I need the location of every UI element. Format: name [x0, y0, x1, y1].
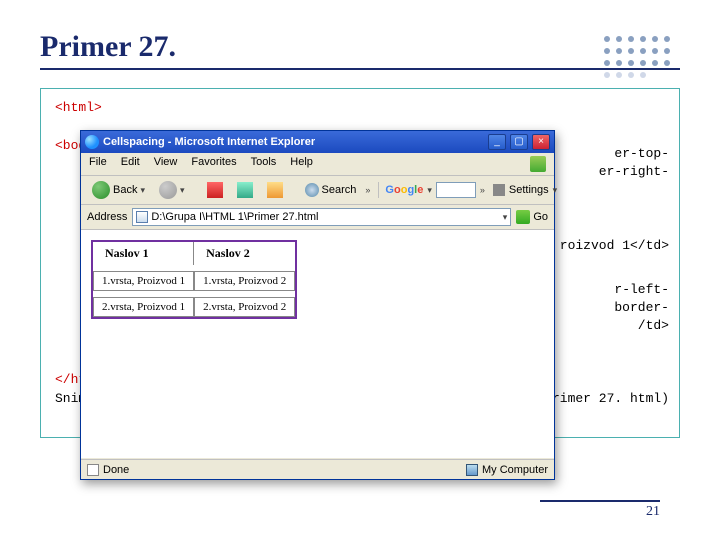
maximize-button[interactable]: ▢ — [510, 134, 528, 150]
menu-help[interactable]: Help — [290, 156, 313, 172]
cell: 1.vrsta, Proizvod 1 — [93, 271, 194, 291]
table-row: 2.vrsta, Proizvod 1 2.vrsta, Proizvod 2 — [93, 297, 295, 317]
home-button[interactable] — [262, 179, 288, 201]
cell: 2.vrsta, Proizvod 1 — [93, 297, 194, 317]
go-label: Go — [533, 211, 548, 223]
settings-label[interactable]: Settings — [509, 184, 549, 196]
titlebar[interactable]: Cellspacing - Microsoft Internet Explore… — [81, 131, 554, 153]
code-save-path: \Primer 27. html) — [536, 390, 669, 409]
page-number: 21 — [540, 500, 660, 520]
my-computer-icon — [466, 464, 478, 476]
address-bar: Address D:\Grupa I\HTML 1\Primer 27.html… — [81, 205, 554, 230]
google-overflow-icon[interactable]: » — [480, 185, 485, 195]
cell: 2.vrsta, Proizvod 2 — [194, 297, 295, 317]
address-dropdown-icon[interactable]: ▾ — [503, 212, 508, 223]
table-row: 1.vrsta, Proizvod 1 1.vrsta, Proizvod 2 — [93, 271, 295, 291]
ie-logo-icon — [85, 135, 99, 149]
stop-icon — [207, 182, 223, 198]
google-dropdown-icon[interactable]: ▾ — [427, 185, 432, 196]
address-label: Address — [87, 211, 127, 223]
sample-table: Naslov 1 Naslov 2 1.vrsta, Proizvod 1 1.… — [91, 240, 297, 319]
google-toolbar: Google ▾ » Settings ▾ — [378, 182, 557, 198]
address-input[interactable]: D:\Grupa I\HTML 1\Primer 27.html ▾ — [132, 208, 511, 226]
code-html-open: <html> — [55, 100, 102, 115]
decorative-dots — [604, 36, 676, 92]
cell: 1.vrsta, Proizvod 2 — [194, 271, 295, 291]
chevron-down-icon: ▾ — [140, 185, 145, 196]
menu-view[interactable]: View — [154, 156, 178, 172]
chevron-down-icon[interactable]: ▾ — [553, 185, 558, 196]
search-label: Search — [322, 184, 357, 196]
gear-icon — [493, 184, 505, 196]
minimize-button[interactable]: _ — [488, 134, 506, 150]
done-icon — [87, 464, 99, 476]
ie-window: Cellspacing - Microsoft Internet Explore… — [80, 130, 555, 480]
code-frag-tdclose: /td> — [638, 317, 669, 336]
forward-button[interactable]: ▾ — [154, 179, 190, 201]
status-done: Done — [103, 464, 129, 476]
window-title: Cellspacing - Microsoft Internet Explore… — [103, 136, 484, 148]
toolbar-overflow-icon[interactable]: » — [365, 185, 370, 195]
refresh-icon — [237, 182, 253, 198]
code-frag-border: border- — [607, 299, 669, 318]
windows-flag-icon — [530, 156, 546, 172]
toolbar: Back ▾ ▾ Search » Google ▾ » Settings ▾ — [81, 176, 554, 205]
menu-tools[interactable]: Tools — [251, 156, 277, 172]
menu-favorites[interactable]: Favorites — [191, 156, 236, 172]
code-frag-border-left: r-left- — [614, 281, 669, 300]
home-icon — [267, 182, 283, 198]
go-button[interactable]: Go — [516, 210, 548, 224]
code-frag-border-top: er-top- — [614, 145, 669, 164]
document-icon — [136, 211, 148, 223]
stop-button[interactable] — [202, 179, 228, 201]
search-button[interactable]: Search — [300, 179, 362, 201]
browser-viewport[interactable]: Naslov 1 Naslov 2 1.vrsta, Proizvod 1 1.… — [81, 230, 554, 458]
forward-icon — [159, 181, 177, 199]
back-label: Back — [113, 184, 137, 196]
menubar: File Edit View Favorites Tools Help — [81, 153, 554, 176]
go-icon — [516, 210, 530, 224]
status-zone: My Computer — [482, 464, 548, 476]
back-button[interactable]: Back ▾ — [87, 179, 150, 201]
close-button[interactable]: × — [532, 134, 550, 150]
slide-title: Primer 27. — [40, 30, 680, 70]
menu-edit[interactable]: Edit — [121, 156, 140, 172]
refresh-button[interactable] — [232, 179, 258, 201]
menu-file[interactable]: File — [89, 156, 107, 172]
table-header-1: Naslov 1 — [93, 242, 194, 265]
chevron-down-icon: ▾ — [180, 185, 185, 196]
code-frag-td1: roizvod 1</td> — [560, 237, 669, 256]
google-logo[interactable]: Google — [385, 184, 423, 196]
google-search-input[interactable] — [436, 182, 476, 198]
address-value: D:\Grupa I\HTML 1\Primer 27.html — [151, 211, 499, 223]
search-icon — [305, 183, 319, 197]
code-frag-border-right: er-right- — [599, 163, 669, 182]
table-header-2: Naslov 2 — [194, 242, 295, 265]
status-bar: Done My Computer — [81, 459, 554, 479]
back-icon — [92, 181, 110, 199]
